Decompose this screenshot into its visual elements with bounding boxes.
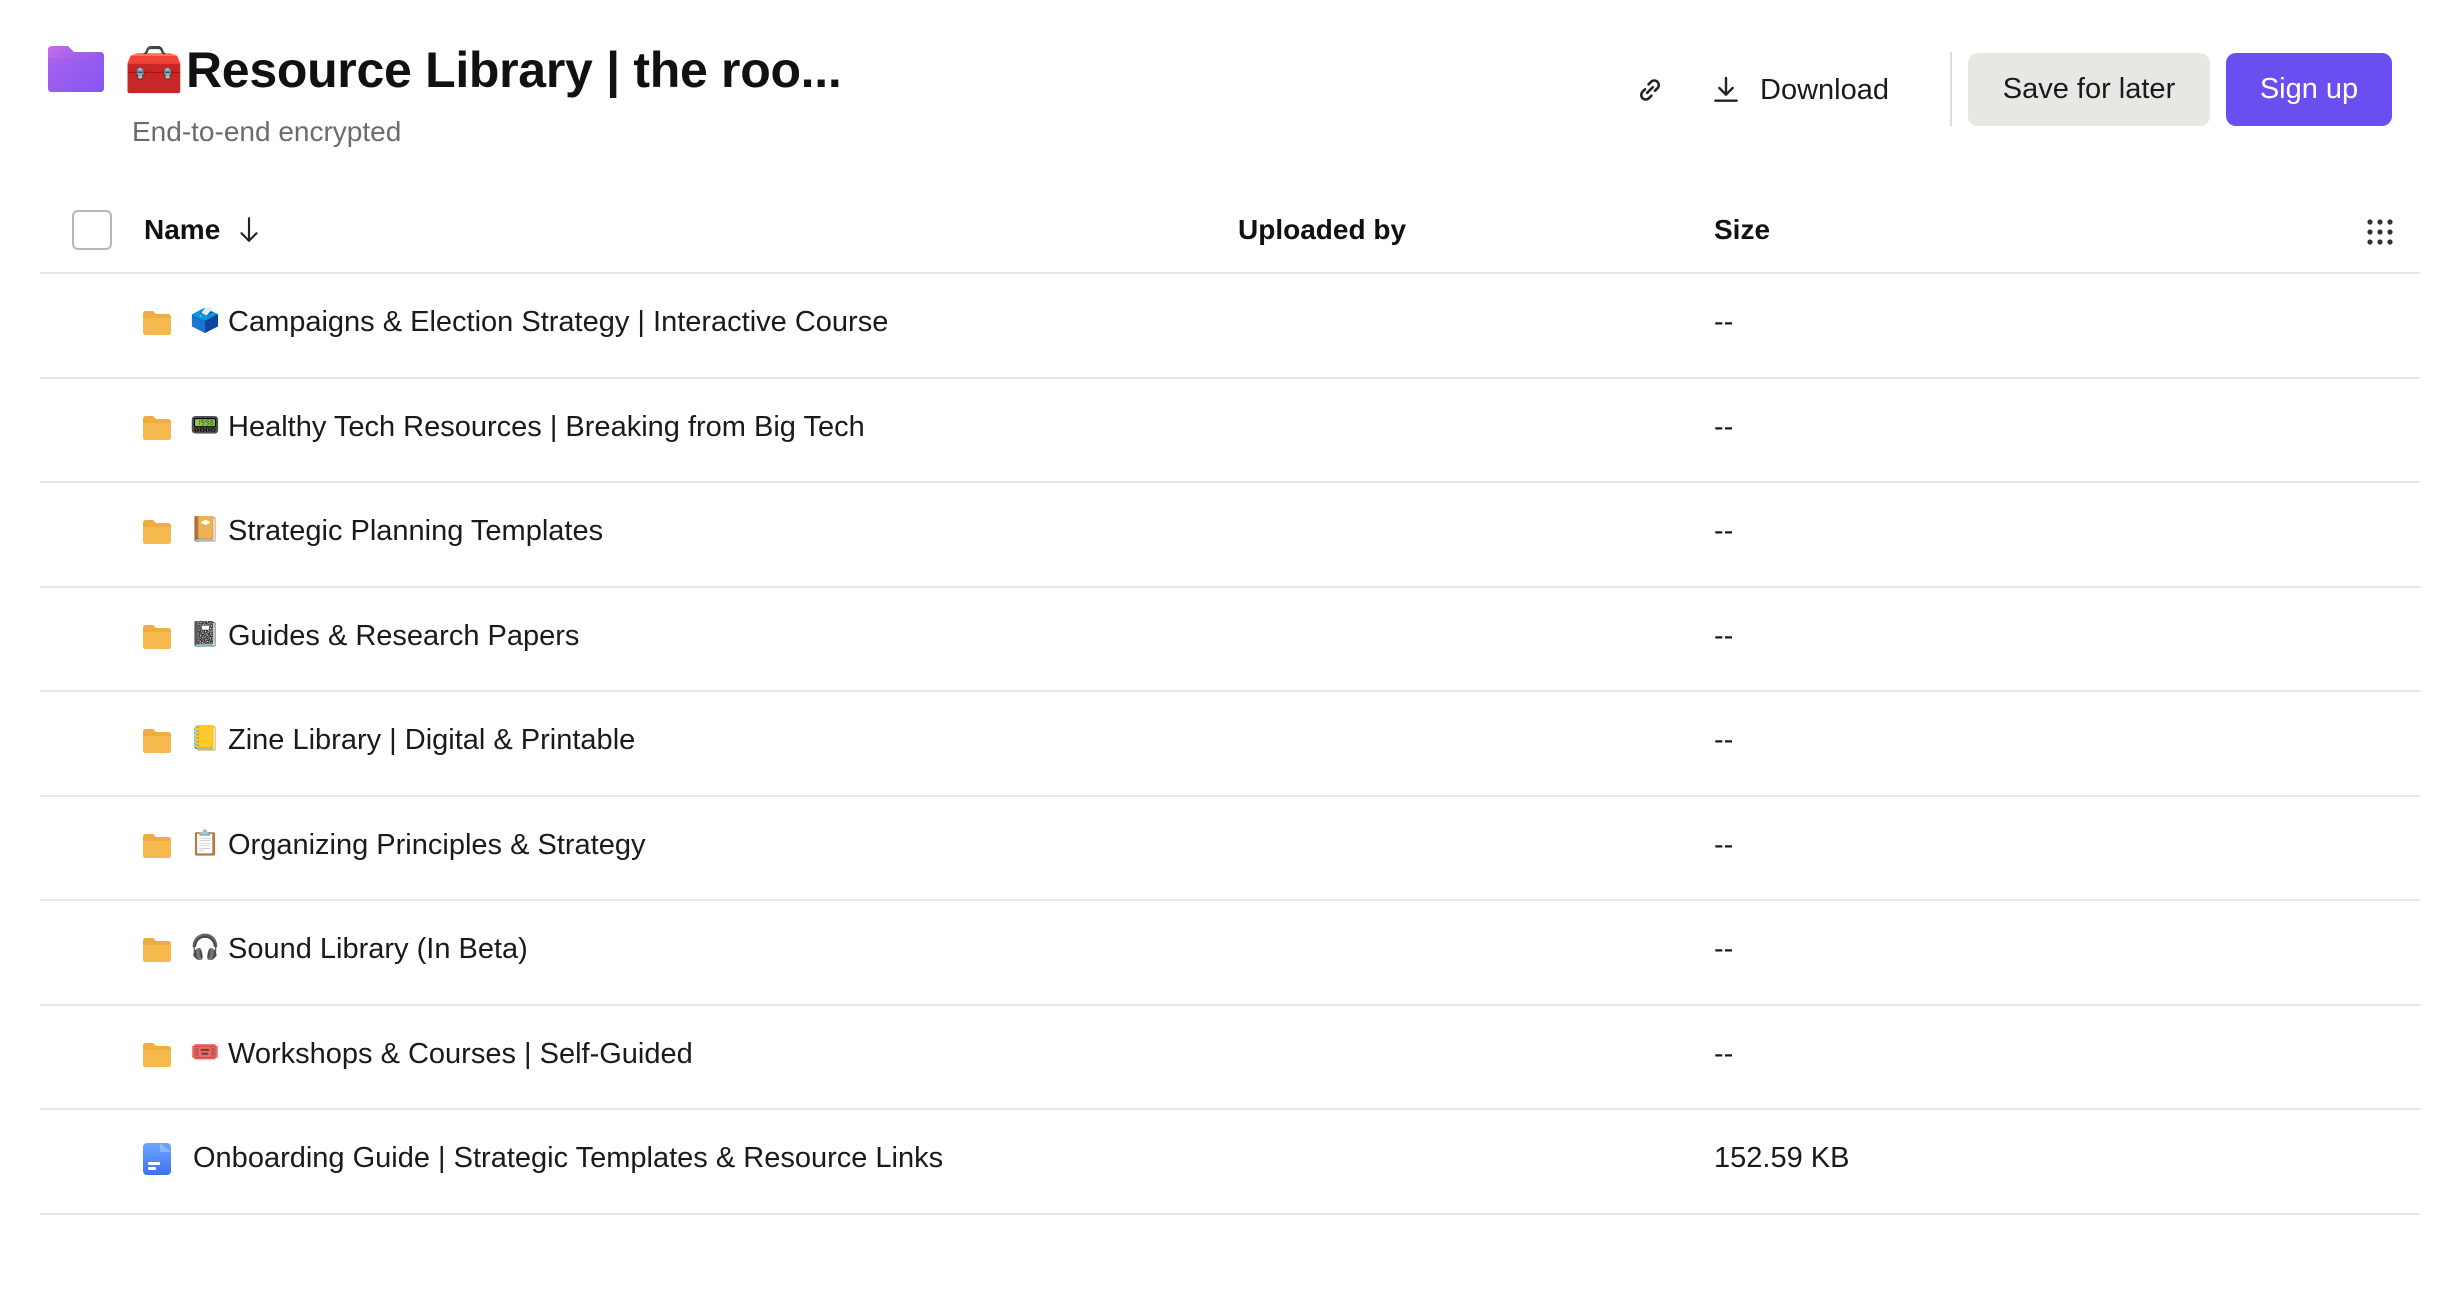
row-size: 152.59 KB xyxy=(1714,1142,1850,1174)
table-body: 🗳️ Campaigns & Election Strategy | Intera… xyxy=(40,274,2420,1215)
table-row[interactable]: 🗳️ Campaigns & Election Strategy | Intera… xyxy=(40,274,2420,379)
view-options-button[interactable] xyxy=(2360,212,2400,252)
copy-link-button[interactable] xyxy=(1620,62,1680,118)
row-size: -- xyxy=(1714,410,1734,443)
row-name: Zine Library | Digital & Printable xyxy=(228,724,636,756)
table-header: Name Uploaded by Size xyxy=(40,190,2420,274)
folder-icon xyxy=(143,1042,171,1067)
table-row[interactable]: 📓 Guides & Research Papers -- xyxy=(40,588,2420,692)
row-name: Campaigns & Election Strategy | Interact… xyxy=(228,306,889,338)
header: 🧰 Resource Library | the roo... End-to-e… xyxy=(0,0,2460,170)
row-emoji: 📓 xyxy=(190,620,220,648)
folder-icon xyxy=(143,833,171,858)
row-name: Healthy Tech Resources | Breaking from B… xyxy=(228,410,865,443)
save-for-later-button[interactable]: Save for later xyxy=(1968,53,2210,126)
page: 🧰 Resource Library | the roo... End-to-e… xyxy=(0,0,2460,1310)
download-icon xyxy=(1714,76,1738,102)
header-divider xyxy=(1950,52,1952,126)
size-column-header[interactable]: Size xyxy=(1714,210,1770,250)
table-row[interactable]: 📔 Strategic Planning Templates -- xyxy=(40,483,2420,588)
page-title: Resource Library | the roo... xyxy=(186,42,842,98)
row-emoji: 📋 xyxy=(190,829,220,857)
row-emoji: 📔 xyxy=(190,516,220,543)
row-size: -- xyxy=(1714,828,1734,861)
row-name: Onboarding Guide | Strategic Templates &… xyxy=(193,1142,944,1174)
file-table: Name Uploaded by Size 🗳️ Campaigns & Elec… xyxy=(40,190,2420,1215)
table-row[interactable]: 📟 Healthy Tech Resources | Breaking from … xyxy=(40,379,2420,483)
shared-folder-icon xyxy=(48,46,104,92)
table-row[interactable]: 📒 Zine Library | Digital & Printable -- xyxy=(40,692,2420,797)
uploaded-by-column-header[interactable]: Uploaded by xyxy=(1238,210,1406,250)
folder-icon xyxy=(143,311,171,335)
row-name: Guides & Research Papers xyxy=(228,619,580,652)
table-row[interactable]: 📋 Organizing Principles & Strategy -- xyxy=(40,797,2420,901)
table-row[interactable]: 🎟️ Workshops & Courses | Self-Guided -- xyxy=(40,1006,2420,1110)
title-emoji: 🧰 xyxy=(124,44,184,97)
row-size: -- xyxy=(1714,515,1734,547)
name-column-header[interactable]: Name xyxy=(144,210,262,250)
row-name: Workshops & Courses | Self-Guided xyxy=(228,1037,693,1070)
row-size: -- xyxy=(1714,933,1734,965)
encryption-status: End-to-end encrypted xyxy=(132,116,402,147)
arrow-down-icon xyxy=(240,217,258,242)
row-emoji: 🎟️ xyxy=(190,1038,220,1066)
row-size: -- xyxy=(1714,619,1734,652)
folder-icon xyxy=(143,415,171,440)
row-size: -- xyxy=(1714,1037,1734,1070)
table-row[interactable]: Onboarding Guide | Strategic Templates &… xyxy=(40,1110,2420,1215)
name-column-label: Name xyxy=(144,214,221,245)
row-name: Strategic Planning Templates xyxy=(228,515,604,547)
download-label: Download xyxy=(1760,73,1889,106)
row-emoji: 📟 xyxy=(190,411,220,439)
table-row[interactable]: 🎧 Sound Library (In Beta) -- xyxy=(40,901,2420,1006)
sign-up-button[interactable]: Sign up xyxy=(2226,53,2392,126)
grid-dots-icon xyxy=(2367,219,2393,245)
folder-icon xyxy=(143,520,171,544)
folder-icon xyxy=(143,938,171,962)
select-all-checkbox[interactable] xyxy=(72,210,112,250)
row-name: Organizing Principles & Strategy xyxy=(228,828,646,861)
download-button[interactable]: Download xyxy=(1710,58,1889,122)
row-emoji: 🎧 xyxy=(190,934,220,961)
row-name: Sound Library (In Beta) xyxy=(228,933,528,965)
folder-icon xyxy=(143,624,171,649)
link-icon xyxy=(1639,79,1661,101)
folder-icon xyxy=(143,729,171,753)
row-emoji: 🗳️ xyxy=(190,307,220,334)
row-emoji: 📒 xyxy=(190,725,220,752)
row-size: -- xyxy=(1714,724,1734,756)
document-icon xyxy=(143,1143,171,1175)
row-size: -- xyxy=(1714,306,1734,338)
